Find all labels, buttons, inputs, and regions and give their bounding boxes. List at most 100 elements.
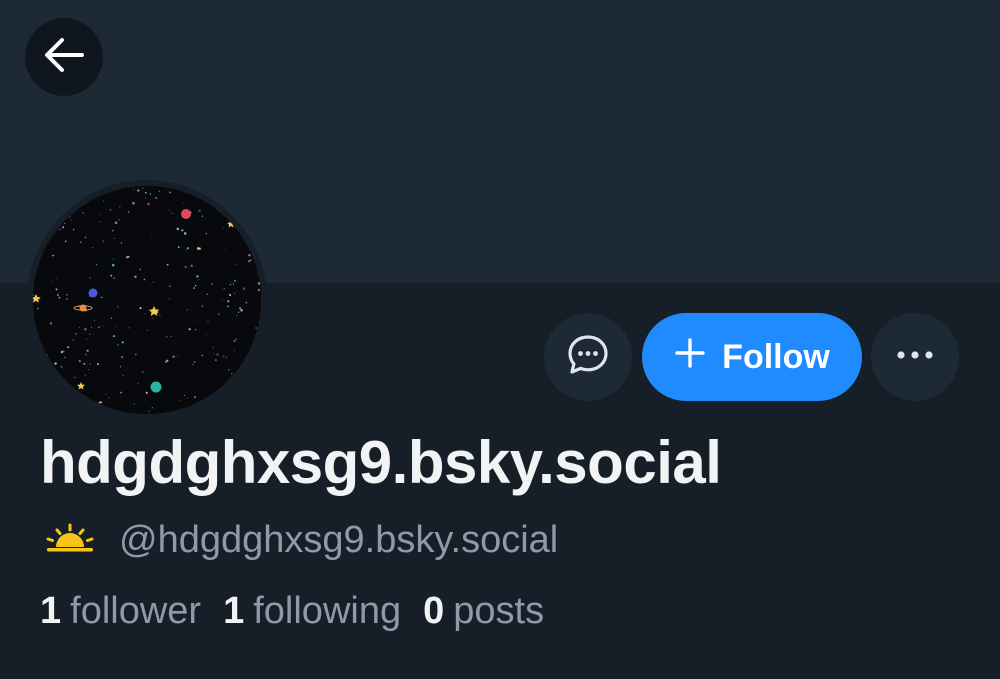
star-dot [233, 292, 236, 294]
star-dot [111, 263, 115, 267]
more-options-button[interactable] [871, 313, 959, 401]
star-dot [201, 305, 204, 308]
star-dot [134, 275, 137, 278]
star-dot [248, 260, 251, 263]
star-dot [196, 275, 199, 278]
star-dot [137, 189, 140, 192]
star-dot [168, 209, 170, 211]
star-dot [198, 209, 201, 212]
star-dot [100, 296, 103, 299]
star-dot [221, 299, 223, 301]
sunrise-icon [43, 523, 97, 558]
posts-stat: 0 posts [423, 590, 544, 633]
posts-count: 0 [423, 590, 445, 632]
profile-page: Follow hdgdghxsg9.bsky.social @hdgdghxsg… [0, 0, 1000, 679]
star-dot [109, 208, 112, 211]
star-dot [211, 282, 214, 285]
star-dot [148, 410, 150, 412]
star-dot [197, 247, 200, 250]
handle-row: @hdgdghxsg9.bsky.social [43, 516, 558, 564]
follow-button[interactable]: Follow [642, 313, 862, 401]
star-dot [166, 263, 169, 266]
star-dot [169, 298, 170, 300]
star-dot [68, 215, 71, 218]
star-dot [151, 236, 153, 238]
star-dot [70, 219, 72, 221]
star-dot [144, 197, 147, 199]
star-dot [205, 232, 208, 235]
star-dot [169, 285, 171, 287]
following-stat[interactable]: 1 following [223, 590, 401, 633]
star-dot [102, 240, 105, 243]
star-dot [55, 288, 58, 291]
star-dot [171, 212, 173, 214]
star-dot [198, 279, 200, 281]
followers-label: follower [70, 590, 202, 632]
star-dot [133, 403, 135, 405]
star-dot [147, 202, 150, 206]
star-dot [225, 249, 226, 251]
star-dot [102, 200, 104, 202]
star-dot [117, 306, 119, 308]
star-dot [242, 287, 245, 290]
star-dot [222, 226, 224, 228]
star-dot [158, 190, 161, 193]
star-dot [65, 407, 67, 409]
star-dot [144, 191, 147, 194]
star-dot [250, 259, 252, 261]
following-count: 1 [223, 590, 245, 632]
followers-stat[interactable]: 1 follower [40, 590, 201, 633]
star-dot [177, 246, 180, 248]
star-dot [113, 277, 116, 280]
profile-stats: 1 follower 1 following 0 posts [40, 590, 566, 633]
star-dot [95, 264, 98, 266]
star-dot [110, 274, 113, 277]
star-dot [114, 221, 118, 224]
star-dot [185, 249, 187, 251]
back-button[interactable] [25, 18, 103, 96]
star-dot [89, 276, 91, 279]
star-dot [234, 263, 237, 266]
star-dot [182, 202, 184, 204]
star-dot [240, 309, 243, 312]
follow-label: Follow [722, 337, 830, 376]
star-dot [183, 232, 187, 235]
star-dot [64, 222, 66, 224]
star-dot [181, 229, 184, 232]
star-dot [152, 281, 154, 283]
chat-bubble-icon [565, 332, 611, 383]
star-dot [113, 237, 115, 240]
blue-planet [88, 288, 98, 298]
star-dot [64, 240, 67, 243]
star-dot [169, 191, 171, 194]
star-dot [192, 287, 196, 290]
followers-count: 1 [40, 590, 62, 632]
star-dot [120, 242, 123, 244]
handle[interactable]: @hdgdghxsg9.bsky.social [119, 519, 558, 562]
star-dot [36, 307, 39, 310]
arrow-left-icon [40, 31, 88, 84]
star-dot [238, 307, 242, 310]
star-dot [61, 226, 65, 229]
star-dot [59, 228, 61, 230]
star-dot [201, 215, 204, 217]
display-name: hdgdghxsg9.bsky.social [40, 429, 722, 496]
star-dot [228, 293, 232, 297]
star-dot [127, 211, 130, 214]
star-dot [245, 301, 248, 304]
star-dot [72, 228, 75, 231]
star-dot [231, 282, 233, 284]
star-dot [65, 293, 68, 296]
star-dot [139, 307, 142, 310]
star-dot [66, 260, 67, 262]
star-dot [80, 241, 82, 243]
star-dot [38, 298, 41, 301]
star-dot [52, 254, 54, 257]
message-button[interactable] [544, 313, 632, 401]
star-dot [162, 227, 164, 229]
star-dot [99, 213, 101, 215]
posts-label: posts [453, 590, 545, 632]
star-dot [227, 305, 229, 308]
star-dot [118, 219, 120, 221]
star-dot [142, 187, 144, 189]
